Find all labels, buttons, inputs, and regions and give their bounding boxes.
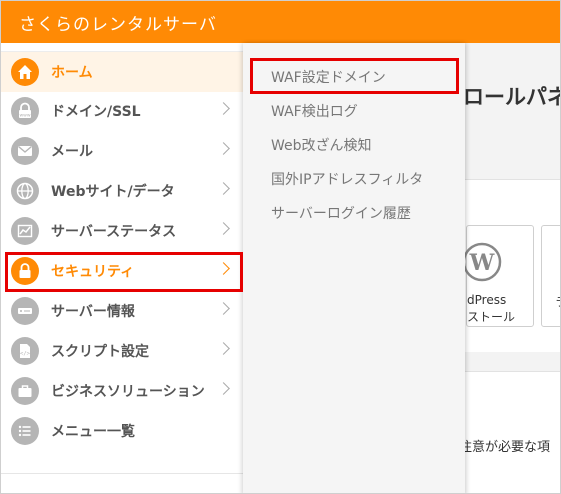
briefcase-icon bbox=[11, 377, 39, 405]
sidebar-item-business-solution[interactable]: ビジネスソリューション bbox=[1, 371, 243, 411]
sidebar-item-domain-ssl[interactable]: www ドメイン/SSL bbox=[1, 91, 243, 131]
lock-www-icon: www bbox=[11, 97, 39, 125]
notice-panel bbox=[463, 371, 560, 493]
sidebar-item-label: サーバーステータス bbox=[51, 224, 177, 240]
highlight-box bbox=[5, 252, 243, 292]
tile2-label: ラ bbox=[555, 293, 560, 310]
app-title[interactable]: さくらのレンタルサーバ bbox=[19, 10, 217, 35]
sidebar-item-server-info[interactable]: サーバー情報 bbox=[1, 291, 243, 331]
chevron-right-icon bbox=[217, 182, 230, 195]
secondary-tile[interactable] bbox=[541, 225, 560, 327]
globe-icon bbox=[11, 177, 39, 205]
highlight-box bbox=[250, 58, 459, 94]
svg-text:W: W bbox=[469, 250, 495, 276]
chart-icon bbox=[11, 217, 39, 245]
chevron-right-icon bbox=[217, 142, 230, 155]
chevron-right-icon bbox=[217, 102, 230, 115]
notice-text: 注意が必要な項 bbox=[459, 440, 551, 455]
svg-text:</>: </> bbox=[20, 351, 31, 357]
sidebar-item-home[interactable]: ホーム bbox=[1, 52, 243, 92]
sidebar-item-website-data[interactable]: Webサイト/データ bbox=[1, 171, 243, 211]
chevron-right-icon bbox=[217, 222, 230, 235]
script-file-icon: </> bbox=[11, 337, 39, 365]
sidebar-item-label: スクリプト設定 bbox=[51, 344, 149, 360]
tile-label-line2: ストール bbox=[467, 310, 516, 324]
chevron-right-icon bbox=[217, 342, 230, 355]
divider bbox=[1, 473, 243, 474]
chevron-right-icon bbox=[217, 382, 230, 395]
sidebar-item-server-status[interactable]: サーバーステータス bbox=[1, 211, 243, 251]
control-panel-heading: ロールパネ bbox=[463, 85, 561, 109]
submenu-item-web-tamper[interactable]: Web改ざん検知 bbox=[271, 135, 372, 155]
app-window: さくらのレンタルサーバ ロールパネ W dPress ストール ラ 注意が必要な… bbox=[0, 0, 561, 494]
svg-text:www: www bbox=[19, 113, 30, 118]
sidebar-item-label: ホーム bbox=[51, 65, 93, 81]
top-bar: さくらのレンタルサーバ bbox=[1, 1, 560, 43]
sidebar-item-label: サーバー情報 bbox=[51, 304, 135, 320]
submenu-item-login-history[interactable]: サーバーログイン履歴 bbox=[271, 203, 411, 223]
sidebar-item-label: Webサイト/データ bbox=[51, 184, 175, 200]
server-icon bbox=[11, 297, 39, 325]
home-icon bbox=[11, 58, 39, 86]
sidebar-item-script-settings[interactable]: </> スクリプト設定 bbox=[1, 331, 243, 371]
list-icon bbox=[11, 417, 39, 445]
sidebar-item-label: メール bbox=[51, 144, 93, 160]
sidebar-item-menu-list[interactable]: メニュー一覧 bbox=[1, 411, 243, 451]
sidebar-item-label: ビジネスソリューション bbox=[51, 384, 205, 400]
wordpress-icon: W bbox=[462, 242, 502, 282]
submenu-item-waf-log[interactable]: WAF検出ログ bbox=[271, 101, 358, 121]
mail-icon bbox=[11, 137, 39, 165]
sidebar-item-label: ドメイン/SSL bbox=[51, 104, 141, 120]
chevron-right-icon bbox=[217, 302, 230, 315]
submenu-item-foreign-ip-filter[interactable]: 国外IPアドレスフィルタ bbox=[271, 169, 423, 189]
tile-label-line1: dPress bbox=[467, 293, 507, 307]
sidebar-item-label: メニュー一覧 bbox=[51, 424, 135, 440]
sidebar-item-mail[interactable]: メール bbox=[1, 131, 243, 171]
